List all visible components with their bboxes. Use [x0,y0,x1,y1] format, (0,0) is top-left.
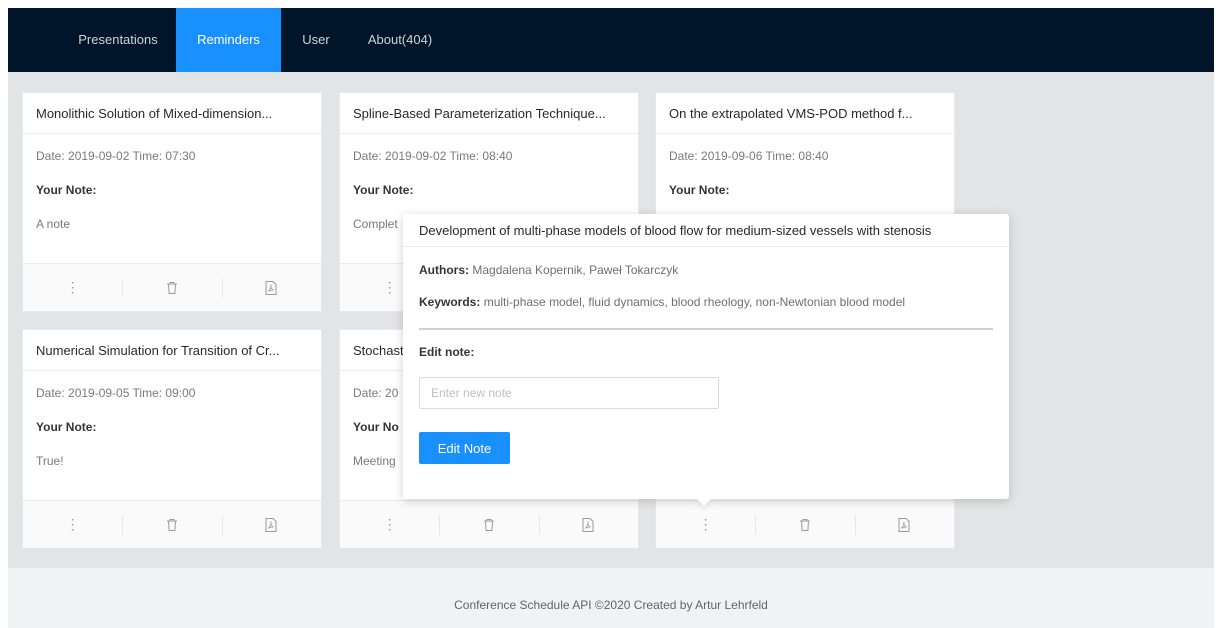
card-title[interactable]: Numerical Simulation for Transition of C… [23,330,321,371]
nav-item-presentations[interactable]: Presentations [52,8,184,72]
more-button[interactable]: ⋮ [656,501,755,548]
card-datetime: Date: 2019-09-06 Time: 08:40 [669,149,829,163]
popover-authors: Authors: Magdalena Kopernik, Paweł Tokar… [419,263,993,279]
reminder-card: Monolithic Solution of Mixed-dimension..… [22,92,322,312]
more-icon: ⋮ [382,516,397,532]
card-note: A note [36,217,71,231]
pdf-icon [265,280,277,295]
pdf-button[interactable] [538,501,638,548]
more-icon: ⋮ [65,516,80,532]
more-button[interactable]: ⋮ [23,501,122,548]
more-button[interactable]: ⋮ [340,501,439,548]
top-nav: Presentations Reminders User About(404) [8,8,1214,72]
card-actions: ⋮ [23,263,321,311]
card-datetime: Date: 2019-09-05 Time: 09:00 [36,386,196,400]
delete-button[interactable] [755,501,854,548]
more-icon: ⋮ [382,279,397,295]
card-note-label: Your Note: [36,420,97,434]
pdf-button[interactable] [221,501,321,548]
new-note-input[interactable] [419,377,719,409]
edit-note-label: Edit note: [419,345,475,359]
card-actions: ⋮ [23,500,321,548]
more-button[interactable]: ⋮ [23,264,122,311]
delete-button[interactable] [122,501,221,548]
trash-icon [166,281,177,294]
more-icon: ⋮ [698,516,713,532]
nav-item-reminders[interactable]: Reminders [176,8,281,72]
edit-note-button[interactable]: Edit Note [419,432,510,464]
footer-text: Conference Schedule API ©2020 Created by… [454,598,768,612]
more-icon: ⋮ [65,279,80,295]
nav-item-about[interactable]: About(404) [354,8,446,72]
trash-icon [483,518,494,531]
delete-button[interactable] [122,264,221,311]
card-note: True! [36,454,64,468]
card-actions: ⋮ [656,500,954,548]
card-title[interactable]: Monolithic Solution of Mixed-dimension..… [23,93,321,134]
pdf-button[interactable] [221,264,321,311]
pdf-icon [582,517,594,532]
pdf-button[interactable] [854,501,954,548]
pdf-icon [898,517,910,532]
keywords-label: Keywords: [419,295,481,309]
authors-value: Magdalena Kopernik, Paweł Tokarczyk [472,263,679,277]
trash-icon [799,518,810,531]
card-datetime: Date: 2019-09-02 Time: 08:40 [353,149,513,163]
card-note-label: Your Note: [36,183,97,197]
popover-title: Development of multi-phase models of blo… [403,214,1009,247]
trash-icon [166,518,177,531]
nav-item-user[interactable]: User [288,8,344,72]
card-datetime: Date: 2019-09-02 Time: 07:30 [36,149,196,163]
popover-keywords: Keywords: multi-phase model, fluid dynam… [419,295,993,311]
card-actions: ⋮ [340,500,638,548]
card-note-label: Your Note: [353,183,414,197]
popover-divider [419,328,993,330]
edit-note-popover: Development of multi-phase models of blo… [403,214,1009,507]
keywords-value: multi-phase model, fluid dynamics, blood… [483,295,906,309]
card-title[interactable]: On the extrapolated VMS-POD method f... [656,93,954,134]
delete-button[interactable] [439,501,538,548]
card-title[interactable]: Spline-Based Parameterization Technique.… [340,93,638,134]
footer: Conference Schedule API ©2020 Created by… [8,568,1214,628]
authors-label: Authors: [419,263,469,277]
reminder-card: Numerical Simulation for Transition of C… [22,329,322,549]
pdf-icon [265,517,277,532]
card-note-label: Your Note: [669,183,730,197]
